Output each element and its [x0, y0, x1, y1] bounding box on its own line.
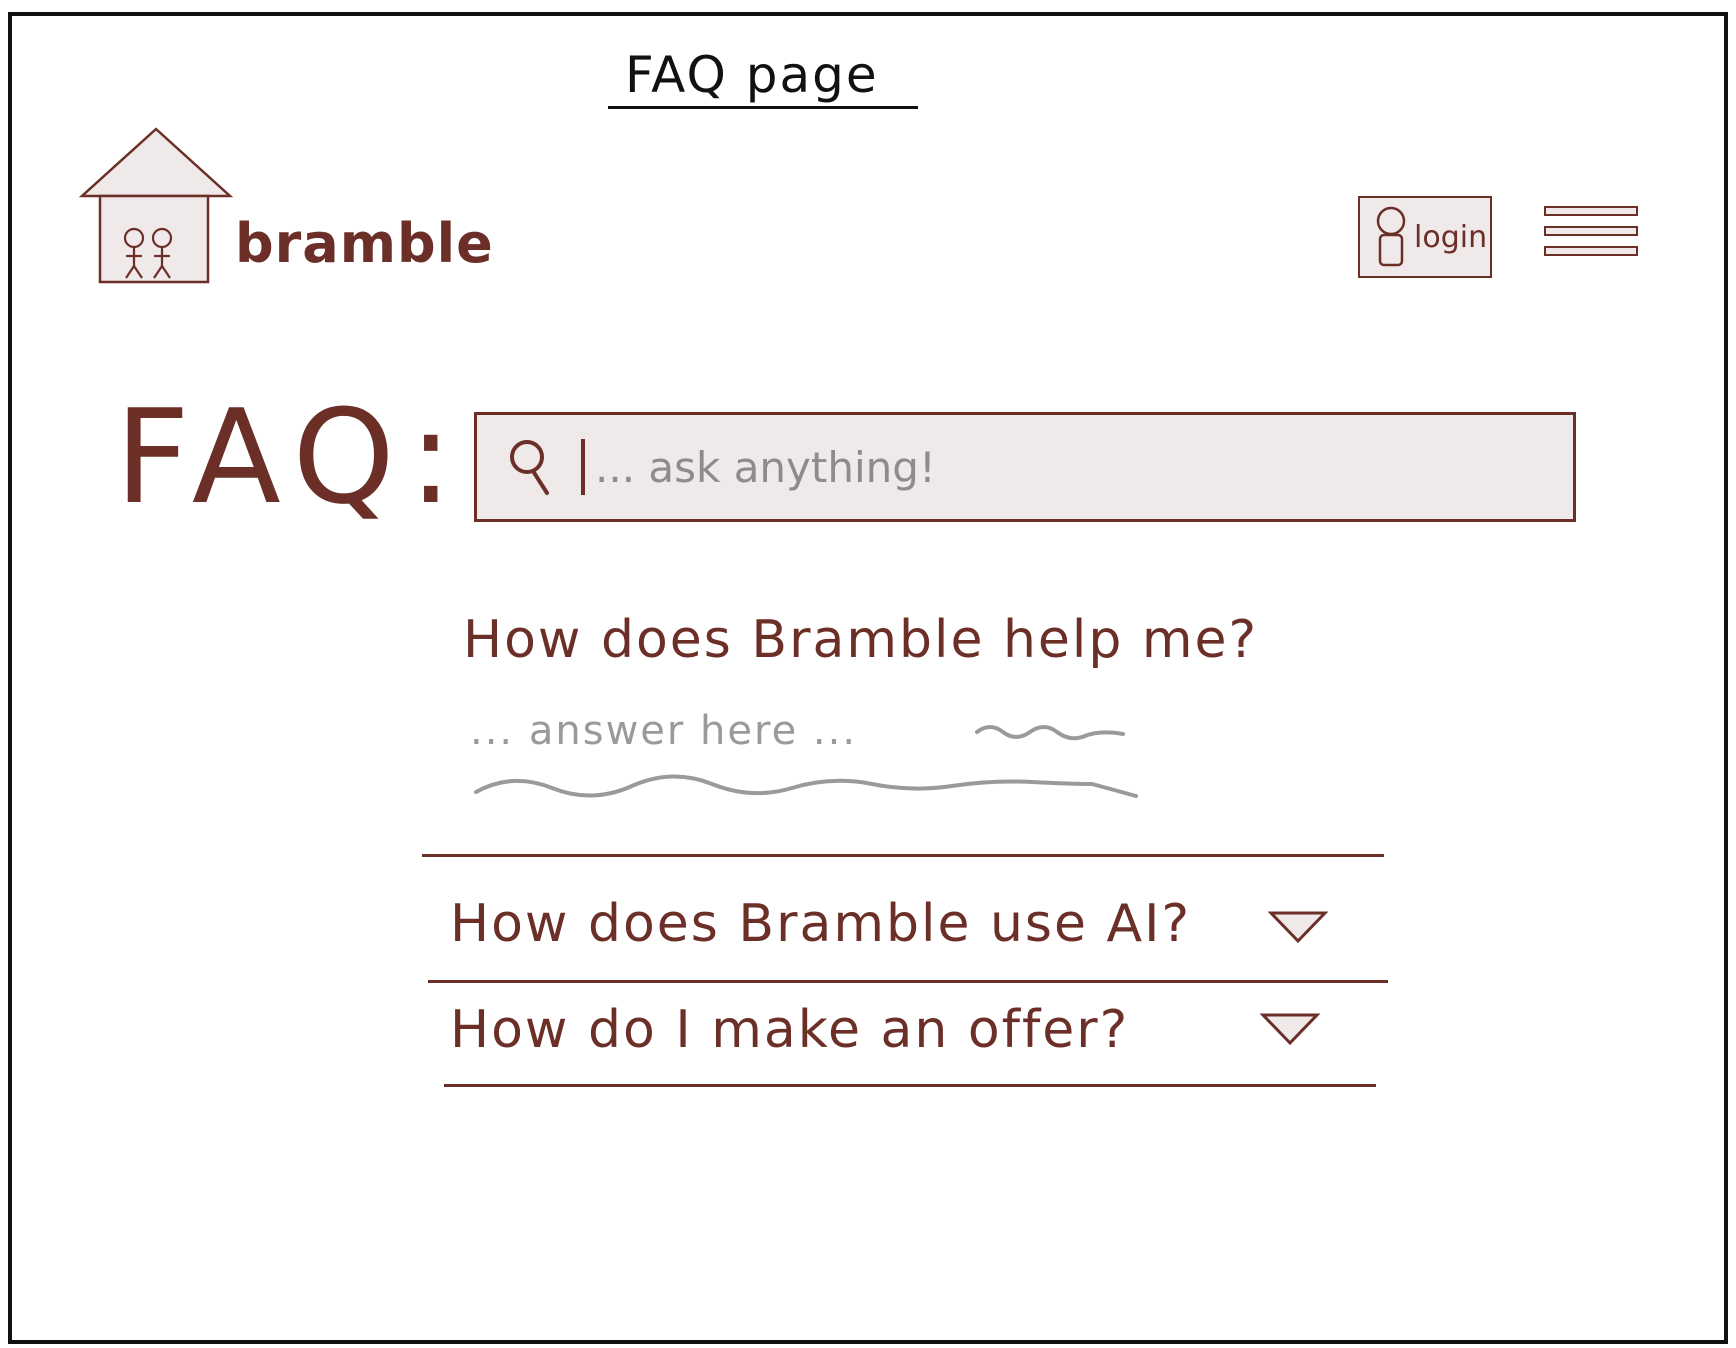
faq-question-expanded[interactable]: How does Bramble help me?: [463, 610, 1258, 670]
hamburger-menu-icon[interactable]: [1544, 206, 1638, 270]
answer-squiggle: [975, 725, 1125, 741]
search-input[interactable]: [593, 441, 1497, 493]
login-label: login: [1414, 219, 1488, 255]
caption-underline: [608, 106, 918, 109]
search-icon: [510, 440, 549, 495]
menu-bar: [1544, 246, 1638, 256]
page-caption: FAQ page: [625, 46, 879, 104]
menu-bar: [1544, 206, 1638, 216]
house-logo-icon[interactable]: [76, 126, 236, 286]
faq-search-box[interactable]: [474, 412, 1576, 522]
user-icon: [1376, 206, 1406, 267]
faq-item-ai[interactable]: How does Bramble use AI?: [430, 880, 1390, 970]
login-button[interactable]: login: [1358, 196, 1492, 278]
faq-item-offer[interactable]: How do I make an offer?: [430, 986, 1390, 1076]
triangle-down-icon[interactable]: [1268, 910, 1328, 944]
faq-heading: FAQ:: [115, 381, 467, 533]
faq-divider: [428, 980, 1388, 983]
menu-bar: [1544, 226, 1638, 236]
faq-divider: [422, 854, 1384, 857]
text-cursor: [581, 439, 585, 495]
faq-answer: ... answer here ...: [470, 708, 858, 754]
faq-divider: [444, 1084, 1376, 1087]
triangle-down-icon[interactable]: [1260, 1012, 1320, 1046]
faq-question: How does Bramble use AI?: [450, 894, 1192, 954]
faq-question: How do I make an offer?: [450, 1000, 1130, 1060]
brand-name[interactable]: bramble: [235, 212, 494, 275]
answer-squiggle: [474, 774, 1138, 798]
